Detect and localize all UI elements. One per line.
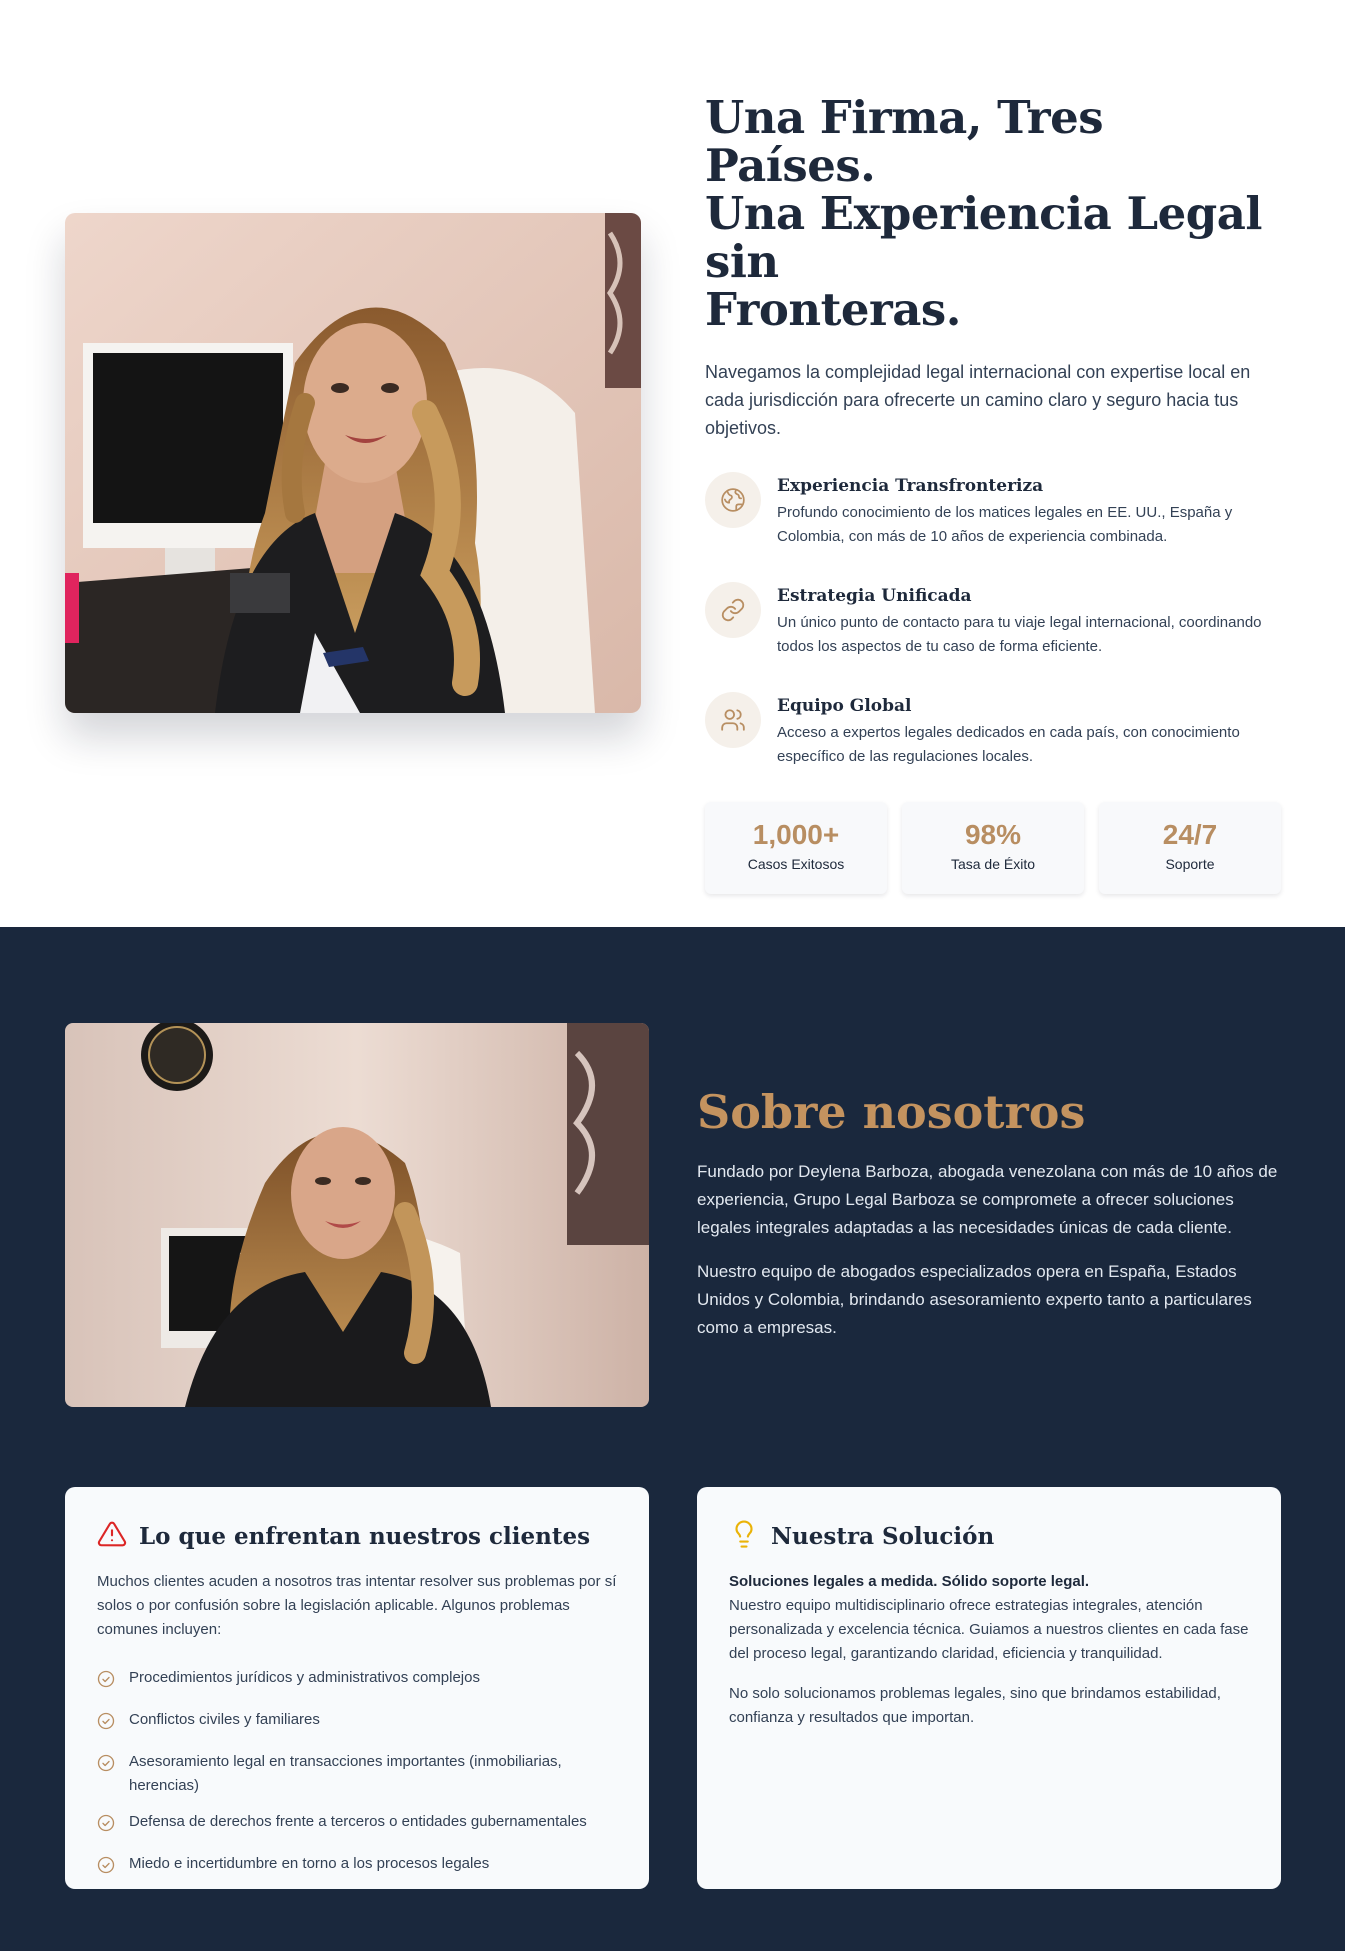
feature-title: Estrategia Unificada <box>777 586 972 606</box>
feature-item: Estrategia Unificada Un único punto de c… <box>705 582 1281 659</box>
list-item-text: Procedimientos jurídicos y administrativ… <box>129 1669 480 1686</box>
feature-text: Estrategia Unificada Un único punto de c… <box>777 582 1281 659</box>
stat-value: 98% <box>964 819 1022 850</box>
feature-item: Equipo Global Acceso a expertos legales … <box>705 692 1281 769</box>
about-section: Sobre nosotros Fundado por Deylena Barbo… <box>0 927 1345 1951</box>
solution-paragraph: Nuestro equipo multidisciplinario ofrece… <box>729 1597 1249 1662</box>
feature-text: Equipo Global Acceso a expertos legales … <box>777 692 1281 769</box>
hero-title-line-2: Una Experiencia Legal sin <box>705 187 1262 288</box>
feature-text: Experiencia Transfronteriza Profundo con… <box>777 472 1281 549</box>
stat-value: 24/7 <box>1162 819 1218 850</box>
hero-title: Una Firma, Tres Países. Una Experiencia … <box>705 94 1281 334</box>
feature-description: Profundo conocimiento de los matices leg… <box>777 504 1233 545</box>
hero-lead-text: Navegamos la complejidad legal internaci… <box>705 362 1251 438</box>
stat-label: Tasa de Éxito <box>950 856 1036 872</box>
card-title: Nuestra Solución <box>771 1522 995 1550</box>
hero-section: Una Firma, Tres Países. Una Experiencia … <box>0 0 1345 927</box>
feature-title: Equipo Global <box>777 696 912 716</box>
check-circle-icon <box>97 1856 115 1882</box>
check-circle-icon <box>97 1814 115 1840</box>
list-item-text: Miedo e incertidumbre en torno a los pro… <box>129 1855 490 1872</box>
hero-title-line-3: Fronteras. <box>705 283 961 336</box>
hero-content: Una Firma, Tres Países. Una Experiencia … <box>705 94 1281 894</box>
warning-icon <box>97 1519 127 1554</box>
feature-description: Un único punto de contacto para tu viaje… <box>777 614 1262 655</box>
stat-label: Soporte <box>1165 856 1215 872</box>
stats-row: 1,000+ Casos Exitosos 98% Tasa de Éxito … <box>705 802 1281 894</box>
lightbulb-icon <box>729 1519 759 1554</box>
about-lawyer-photo <box>65 1023 649 1407</box>
check-circle-icon <box>97 1712 115 1738</box>
list-item: Conflictos civiles y familiares <box>97 1708 617 1738</box>
solution-card: Nuestra Solución Soluciones legales a me… <box>697 1487 1281 1889</box>
about-title: Sobre nosotros <box>697 1085 1086 1139</box>
lawyer-portrait-photo <box>65 213 641 713</box>
link-icon <box>705 582 761 638</box>
check-circle-icon <box>97 1670 115 1696</box>
card-header: Lo que enfrentan nuestros clientes <box>97 1519 617 1554</box>
list-item-text: Defensa de derechos frente a terceros o … <box>129 1813 587 1830</box>
solution-tagline: Soluciones legales a medida. Sólido sopo… <box>729 1573 1090 1590</box>
stat-value: 1,000+ <box>752 819 840 850</box>
list-item: Asesoramiento legal en transacciones imp… <box>97 1750 617 1798</box>
feature-list: Experiencia Transfronteriza Profundo con… <box>705 472 1281 769</box>
about-text-block: Sobre nosotros Fundado por Deylena Barbo… <box>697 1084 1281 1342</box>
card-title: Lo que enfrentan nuestros clientes <box>139 1522 591 1550</box>
stat-card: 1,000+ Casos Exitosos <box>705 802 887 894</box>
list-item-text: Conflictos civiles y familiares <box>129 1711 320 1728</box>
card-header: Nuestra Solución <box>729 1519 1249 1554</box>
stat-card: 24/7 Soporte <box>1099 802 1281 894</box>
card-intro: Muchos clientes acuden a nosotros tras i… <box>97 1573 617 1638</box>
list-item: Procedimientos jurídicos y administrativ… <box>97 1666 617 1696</box>
client-problems-card: Lo que enfrentan nuestros clientes Mucho… <box>65 1487 649 1889</box>
check-circle-icon <box>97 1754 115 1780</box>
feature-item: Experiencia Transfronteriza Profundo con… <box>705 472 1281 549</box>
problem-list: Procedimientos jurídicos y administrativ… <box>97 1666 617 1882</box>
stat-card: 98% Tasa de Éxito <box>902 802 1084 894</box>
feature-description: Acceso a expertos legales dedicados en c… <box>777 724 1240 765</box>
stat-label: Casos Exitosos <box>747 856 845 872</box>
hero-title-line-1: Una Firma, Tres Países. <box>705 91 1104 192</box>
about-paragraph: Nuestro equipo de abogados especializado… <box>697 1262 1252 1337</box>
feature-title: Experiencia Transfronteriza <box>777 476 1044 496</box>
solution-paragraph: No solo solucionamos problemas legales, … <box>729 1685 1221 1726</box>
users-icon <box>705 692 761 748</box>
list-item-text: Asesoramiento legal en transacciones imp… <box>129 1753 562 1794</box>
about-paragraph: Fundado por Deylena Barboza, abogada ven… <box>697 1162 1278 1237</box>
list-item: Miedo e incertidumbre en torno a los pro… <box>97 1852 617 1882</box>
globe-icon <box>705 472 761 528</box>
list-item: Defensa de derechos frente a terceros o … <box>97 1810 617 1840</box>
